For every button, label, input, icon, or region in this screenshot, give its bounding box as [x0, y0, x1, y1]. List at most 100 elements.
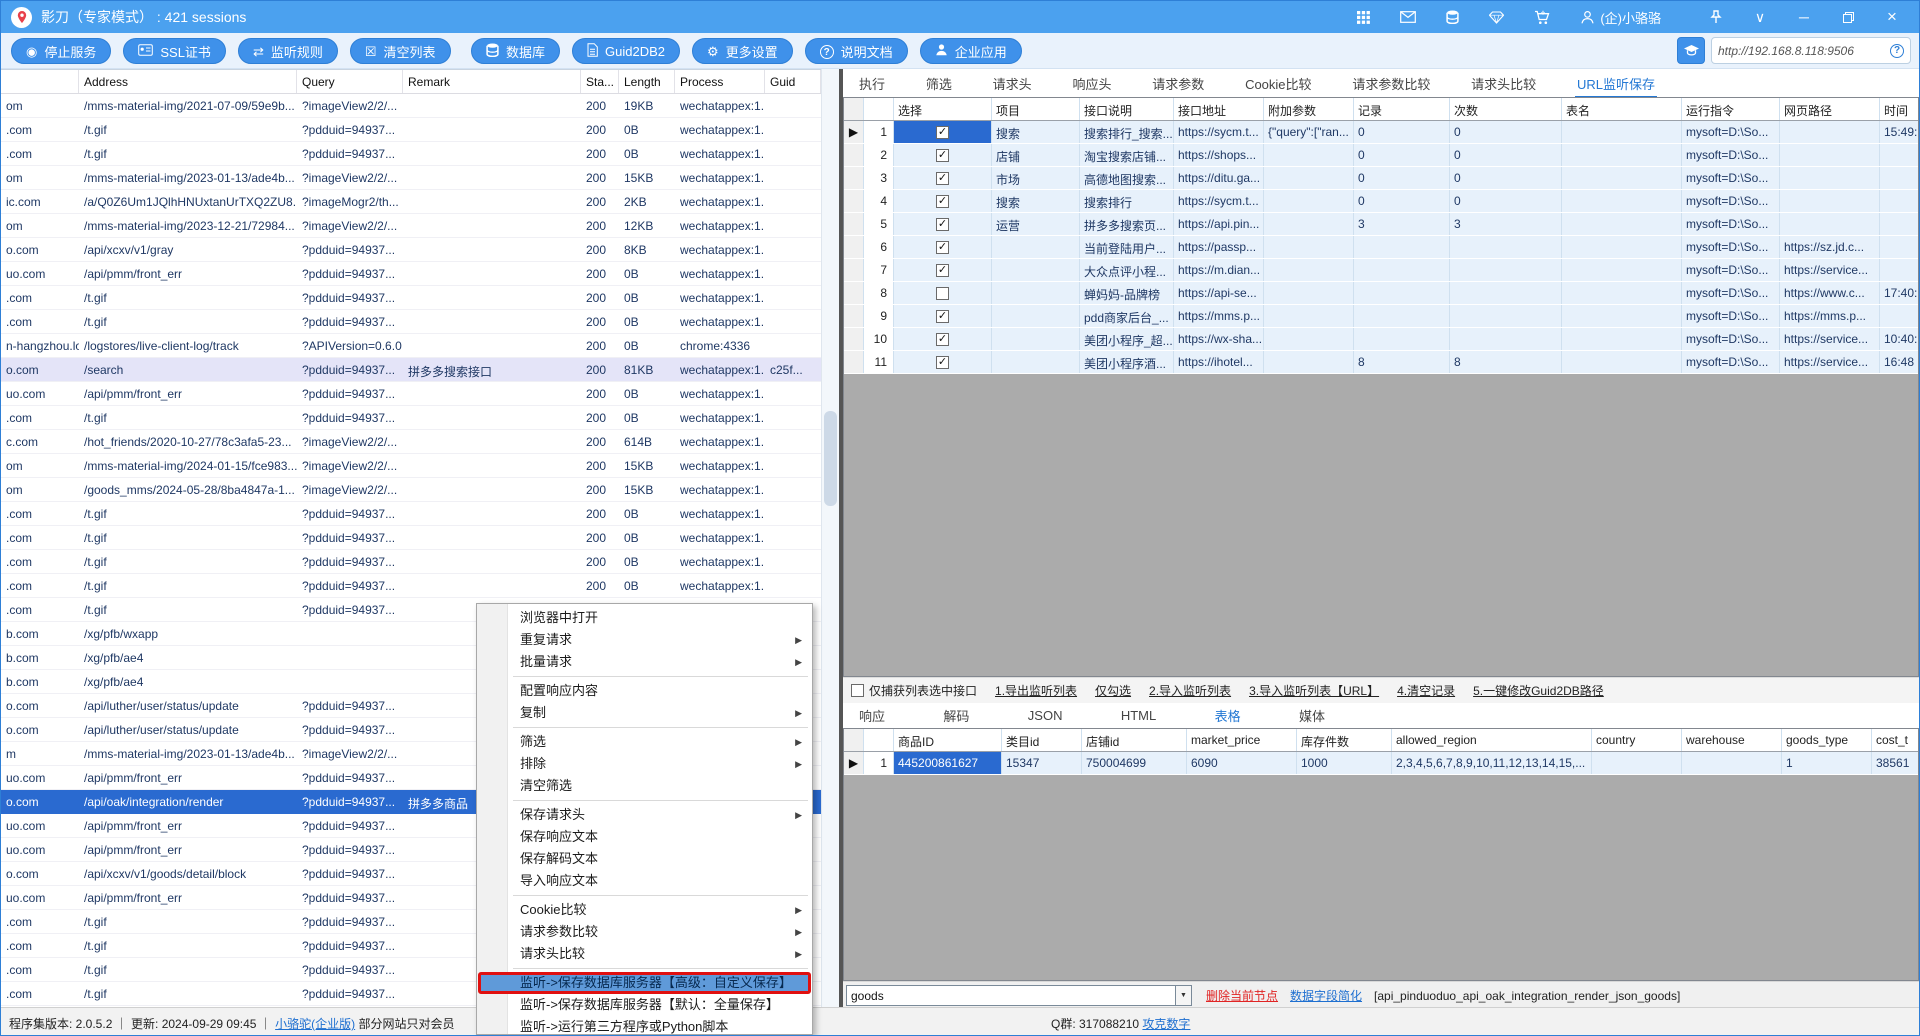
- menu-item[interactable]: 配置响应内容: [478, 680, 811, 702]
- column-header[interactable]: 表名: [1562, 98, 1682, 120]
- row-checkbox[interactable]: ✓: [894, 213, 992, 235]
- tab-请求参数[interactable]: 请求参数: [1150, 69, 1206, 98]
- session-row[interactable]: .com/t.gif ?pdduid=94937... 200 0B wechatapp…: [1, 118, 821, 142]
- session-row[interactable]: om/mms-material-img/2024-01-15/fce983...…: [1, 454, 821, 478]
- menu-item[interactable]: 请求头比较 ▶: [478, 943, 811, 965]
- menu-item[interactable]: 重复请求 ▶: [478, 629, 811, 651]
- tab-URL监听保存[interactable]: URL监听保存: [1574, 69, 1657, 98]
- column-header[interactable]: [864, 98, 894, 120]
- menu-item[interactable]: 浏览器中打开: [478, 607, 811, 629]
- menu-item[interactable]: 保存响应文本: [478, 826, 811, 848]
- session-row[interactable]: om/mms-material-img/2023-01-13/ade4b...?…: [1, 166, 821, 190]
- listen-action-link[interactable]: 5.一键修改Guid2DB路径: [1473, 682, 1604, 699]
- row-checkbox[interactable]: ✓: [894, 167, 992, 189]
- column-header[interactable]: 次数: [1450, 98, 1562, 120]
- tab-请求头[interactable]: 请求头: [991, 69, 1034, 98]
- column-header[interactable]: 店铺id: [1082, 729, 1187, 751]
- menu-item[interactable]: 监听->运行第三方程序或Python脚本: [478, 1016, 811, 1034]
- tab-请求参数比较[interactable]: 请求参数比较: [1350, 69, 1432, 98]
- node-name-input[interactable]: [846, 985, 1176, 1006]
- column-header[interactable]: Query: [297, 70, 403, 93]
- column-header[interactable]: 库存件数: [1297, 729, 1392, 751]
- menu-item[interactable]: 监听->保存数据库服务器【高级：自定义保存】: [478, 972, 811, 994]
- session-row[interactable]: uo.com/api/pmm/front_err ?pdduid=94937...…: [1, 382, 821, 406]
- menu-item[interactable]: 保存请求头 ▶: [478, 804, 811, 826]
- column-header[interactable]: Remark: [403, 70, 581, 93]
- url-help-icon[interactable]: ?: [1890, 43, 1904, 58]
- session-row[interactable]: om/goods_mms/2024-05-28/8ba4847a-1... ?im…: [1, 478, 821, 502]
- toolbar-button-clear-list[interactable]: ☒ 清空列表: [349, 38, 451, 64]
- listen-action-link[interactable]: 3.导入监听列表【URL】: [1249, 682, 1379, 699]
- graduation-cap-icon[interactable]: [1677, 37, 1705, 64]
- tab-响应头[interactable]: 响应头: [1070, 69, 1113, 98]
- column-header[interactable]: Address: [79, 70, 297, 93]
- session-row[interactable]: .com/t.gif ?pdduid=94937... 200 0B wechatapp…: [1, 142, 821, 166]
- menu-item[interactable]: Cookie比较 ▶: [478, 899, 811, 921]
- mail-icon[interactable]: [1400, 11, 1417, 23]
- listen-action-link[interactable]: 仅勾选: [1095, 682, 1131, 699]
- tab-筛选[interactable]: 筛选: [924, 69, 954, 98]
- listen-row[interactable]: 9 ✓ pdd商家后台_... https://mms.p... mysoft=D:\S…: [844, 305, 1918, 328]
- row-checkbox[interactable]: ✓: [894, 190, 992, 212]
- toolbar-button-document[interactable]: Guid2DB2: [572, 38, 680, 64]
- column-header[interactable]: 类目id: [1002, 729, 1082, 751]
- session-row[interactable]: ic.com/a/Q0Z6Um1JQlhHNUxtanUrTXQ2ZU8...?…: [1, 190, 821, 214]
- row-checkbox[interactable]: [894, 282, 992, 304]
- database-icon[interactable]: [1446, 10, 1459, 24]
- menu-item[interactable]: 筛选 ▶: [478, 731, 811, 753]
- listen-row[interactable]: 3 ✓ 市场 高德地图搜索... https://ditu.ga... 0 0 mysoft=…: [844, 167, 1918, 190]
- minimize-button[interactable]: ─: [1789, 5, 1819, 29]
- toolbar-button-stop[interactable]: ◉ 停止服务: [11, 38, 112, 64]
- scrollbar-thumb[interactable]: [824, 411, 837, 506]
- column-header[interactable]: cost_t: [1872, 729, 1919, 751]
- listen-row[interactable]: 2 ✓ 店铺 淘宝搜索店铺... https://shops... 0 0 mysoft=D:…: [844, 144, 1918, 167]
- apps-grid-icon[interactable]: [1357, 10, 1371, 24]
- tab-执行[interactable]: 执行: [857, 69, 887, 98]
- toolbar-button-help[interactable]: ? 说明文档: [804, 38, 908, 64]
- session-row[interactable]: c.com/hot_friends/2020-10-27/78c3afa5-23…: [1, 430, 821, 454]
- column-header[interactable]: 时间: [1880, 98, 1919, 120]
- column-header[interactable]: Process: [675, 70, 765, 93]
- chevron-down-icon[interactable]: ∨: [1745, 5, 1775, 29]
- listen-row[interactable]: 7 ✓ 大众点评小程... https://m.dian... mysoft=D:\So…: [844, 259, 1918, 282]
- session-row[interactable]: .com/t.gif ?pdduid=94937... 200 0B wechatapp…: [1, 550, 821, 574]
- menu-item[interactable]: 排除 ▶: [478, 753, 811, 775]
- user-account[interactable]: (企)小骆骆: [1580, 8, 1661, 27]
- column-header[interactable]: 项目: [992, 98, 1080, 120]
- tab-响应[interactable]: 响应: [857, 701, 887, 730]
- session-row[interactable]: .com/t.gif ?pdduid=94937... 200 0B wechatapp…: [1, 574, 821, 598]
- toolbar-button-enterprise[interactable]: 企业应用: [919, 38, 1022, 64]
- menu-item[interactable]: 批量请求 ▶: [478, 651, 811, 673]
- session-row[interactable]: .com/t.gif ?pdduid=94937... 200 0B wechatapp…: [1, 526, 821, 550]
- row-checkbox[interactable]: ✓: [894, 328, 992, 350]
- tab-HTML[interactable]: HTML: [1119, 703, 1158, 728]
- menu-item[interactable]: 清空筛选: [478, 775, 811, 797]
- column-header[interactable]: [1, 70, 79, 93]
- column-header[interactable]: 商品ID: [894, 729, 1002, 751]
- column-header[interactable]: warehouse: [1682, 729, 1782, 751]
- menu-item[interactable]: 复制 ▶: [478, 702, 811, 724]
- row-checkbox[interactable]: ✓: [894, 351, 992, 373]
- listen-row[interactable]: 8 蝉妈妈-品牌榜 https://api-se... mysoft=D:\So...…: [844, 282, 1918, 305]
- listen-row[interactable]: 4 ✓ 搜索 搜索排行 https://sycm.t... 0 0 mysoft=D:\So.…: [844, 190, 1918, 213]
- session-row[interactable]: o.com/api/xcxv/v1/gray ?pdduid=94937... 20…: [1, 238, 821, 262]
- column-header[interactable]: Length: [619, 70, 675, 93]
- column-header[interactable]: 记录: [1354, 98, 1450, 120]
- tab-请求头比较[interactable]: 请求头比较: [1469, 69, 1538, 98]
- row-checkbox[interactable]: ✓: [894, 236, 992, 258]
- listen-row[interactable]: ▶ 1 ✓ 搜索 搜索排行_搜索... https://sycm.t... {"query"…: [844, 121, 1918, 144]
- session-row[interactable]: om/mms-material-img/2023-12-21/72984...?…: [1, 214, 821, 238]
- tab-Cookie比较[interactable]: Cookie比较: [1243, 69, 1313, 98]
- menu-item[interactable]: 导入响应文本: [478, 870, 811, 892]
- session-row[interactable]: n-hangzhou.log... /logstores/live-client-…: [1, 334, 821, 358]
- session-row[interactable]: .com/t.gif ?pdduid=94937... 200 0B wechatapp…: [1, 406, 821, 430]
- column-header[interactable]: Guid: [765, 70, 821, 93]
- column-header[interactable]: allowed_region: [1392, 729, 1592, 751]
- simplify-fields-link[interactable]: 数据字段简化: [1290, 987, 1362, 1004]
- sessions-scrollbar[interactable]: [821, 69, 839, 1007]
- column-header[interactable]: 接口地址: [1174, 98, 1264, 120]
- row-checkbox[interactable]: ✓: [894, 259, 992, 281]
- column-header[interactable]: 接口说明: [1080, 98, 1174, 120]
- row-checkbox[interactable]: ✓: [894, 305, 992, 327]
- menu-item[interactable]: 监听->保存数据库服务器【默认：全量保存】: [478, 994, 811, 1016]
